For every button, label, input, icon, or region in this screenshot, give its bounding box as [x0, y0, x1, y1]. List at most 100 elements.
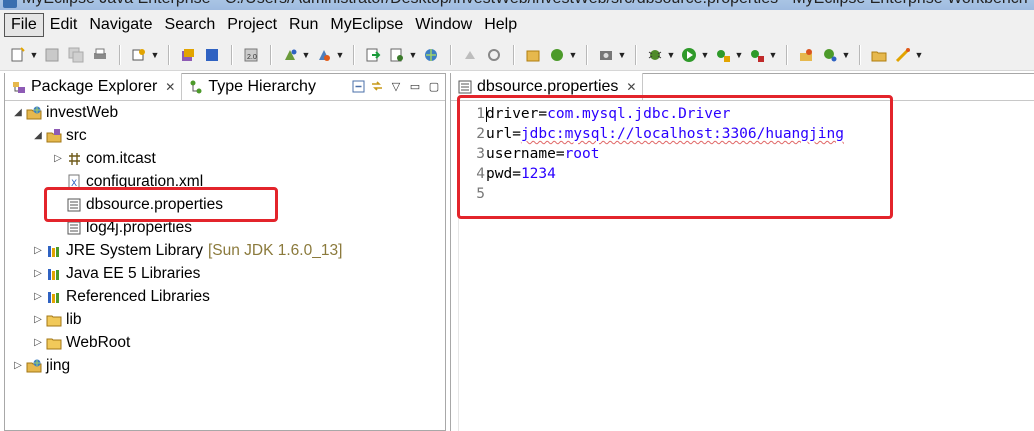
run-dropdown-icon[interactable]: ▼: [701, 46, 710, 64]
collapse-all-icon[interactable]: [351, 79, 365, 93]
open-file-icon[interactable]: [364, 46, 382, 64]
tree-item-label: src: [66, 126, 87, 144]
highlight-box-tree: [44, 187, 278, 222]
new-package-icon[interactable]: [524, 46, 542, 64]
open-task-icon[interactable]: [797, 46, 815, 64]
deploy-icon[interactable]: 2.0: [242, 46, 260, 64]
tree-item-com-itcast[interactable]: ▷ com.itcast: [51, 147, 156, 170]
tree-item-javaee-libraries[interactable]: ▷ Java EE 5 Libraries: [31, 262, 200, 285]
package-icon: [65, 151, 83, 167]
link-with-editor-icon[interactable]: [370, 79, 384, 93]
title-bar: MyEclipse Java Enterprise - C:/Users/Adm…: [0, 0, 1034, 10]
import-icon[interactable]: [485, 46, 503, 64]
svg-text:2.0: 2.0: [247, 54, 257, 61]
tree-item-label: Java EE 5 Libraries: [66, 264, 201, 282]
export-icon[interactable]: [461, 46, 479, 64]
menu-project[interactable]: Project: [221, 14, 283, 36]
app-icon: [3, 0, 17, 8]
coverage-dropdown-icon[interactable]: ▼: [769, 46, 778, 64]
open-folder-icon[interactable]: [870, 46, 888, 64]
tree-item-label: lib: [66, 310, 82, 328]
search-tool-dropdown-icon[interactable]: ▼: [842, 46, 851, 64]
expand-toggle-icon[interactable]: ▷: [31, 245, 45, 256]
expand-toggle-icon[interactable]: ◢: [31, 130, 45, 141]
view-menu-icon[interactable]: ▽: [389, 79, 403, 93]
tab-type-hierarchy[interactable]: Type Hierarchy: [182, 73, 322, 100]
close-icon[interactable]: ✕: [626, 80, 636, 94]
menu-search[interactable]: Search: [159, 14, 222, 36]
run-external-dropdown-icon[interactable]: ▼: [735, 46, 744, 64]
menu-edit[interactable]: Edit: [44, 14, 84, 36]
expand-toggle-icon[interactable]: ▷: [31, 337, 45, 348]
menu-run[interactable]: Run: [283, 14, 324, 36]
new-class-dropdown-icon[interactable]: ▼: [569, 46, 578, 64]
tree-item-jre-system-library[interactable]: ▷ JRE System Library [Sun JDK 1.6.0_13]: [31, 239, 342, 262]
source-folder-icon: [45, 128, 63, 144]
window-title: MyEclipse Java Enterprise - C:/Users/Adm…: [22, 0, 1028, 8]
new-dropdown-icon[interactable]: ▼: [30, 46, 39, 64]
browser-icon[interactable]: [315, 46, 333, 64]
tree-item-label: WebRoot: [66, 333, 131, 351]
main-toolbar: ▼ ▼ 2.0 ▼ ▼ ▼ ▼ ▼ ▼ ▼ ▼ ▼ ▼ ▼: [0, 39, 1034, 71]
screenshot-dropdown-icon[interactable]: ▼: [618, 46, 627, 64]
tree-item-label: investWeb: [46, 103, 119, 121]
expand-toggle-icon[interactable]: ▷: [31, 291, 45, 302]
new-project-icon[interactable]: [130, 46, 148, 64]
library-icon: [45, 243, 63, 259]
expand-toggle-icon[interactable]: ▷: [51, 153, 65, 164]
debug-dropdown-icon[interactable]: ▼: [667, 46, 676, 64]
tree-item-label: com.itcast: [86, 149, 156, 167]
server-dropdown-icon[interactable]: ▼: [302, 46, 311, 64]
globe-icon[interactable]: [422, 46, 440, 64]
debug-icon[interactable]: [646, 46, 664, 64]
menu-myeclipse[interactable]: MyEclipse: [324, 14, 409, 36]
menu-file[interactable]: File: [4, 12, 44, 37]
run-icon[interactable]: [680, 46, 698, 64]
type-hierarchy-icon: [188, 79, 204, 95]
menu-navigate[interactable]: Navigate: [83, 14, 158, 36]
maximize-icon[interactable]: ▢: [427, 79, 441, 93]
tree-item-src[interactable]: ◢ src: [31, 124, 87, 147]
print-icon[interactable]: [91, 46, 109, 64]
wizard-icon[interactable]: [388, 46, 406, 64]
screenshot-icon[interactable]: [597, 46, 615, 64]
menu-window[interactable]: Window: [409, 14, 478, 36]
search-tool-icon[interactable]: [821, 46, 839, 64]
tab-package-explorer[interactable]: Package Explorer ✕: [5, 73, 183, 100]
tree-item-label: jing: [46, 356, 71, 374]
server-icon[interactable]: [281, 46, 299, 64]
properties-file-icon: [457, 79, 473, 95]
left-tabbar: Package Explorer ✕ Type Hierarchy ▽ ▭ ▢: [5, 73, 445, 101]
tree-item-jing[interactable]: ▷ jing: [11, 354, 70, 377]
minimize-icon[interactable]: ▭: [408, 79, 422, 93]
open-resource-icon[interactable]: [203, 46, 221, 64]
browser-dropdown-icon[interactable]: ▼: [336, 46, 345, 64]
close-icon[interactable]: ✕: [165, 80, 175, 94]
highlight-box-editor: [457, 95, 893, 219]
new-project-dropdown-icon[interactable]: ▼: [151, 46, 160, 64]
run-external-icon[interactable]: [714, 46, 732, 64]
magic-wand-icon[interactable]: [894, 46, 912, 64]
expand-toggle-icon[interactable]: ▷: [31, 314, 45, 325]
tree-item-referenced-libraries[interactable]: ▷ Referenced Libraries: [31, 285, 210, 308]
open-type-icon[interactable]: [179, 46, 197, 64]
magic-wand-dropdown-icon[interactable]: ▼: [915, 46, 924, 64]
folder-icon: [45, 312, 63, 328]
package-explorer-view: Package Explorer ✕ Type Hierarchy ▽ ▭ ▢ …: [4, 73, 446, 431]
expand-toggle-icon[interactable]: ◢: [11, 107, 25, 118]
tree-item-investweb[interactable]: ◢ investWeb: [11, 101, 118, 124]
save-icon[interactable]: [43, 46, 61, 64]
new-class-icon[interactable]: [548, 46, 566, 64]
wizard-dropdown-icon[interactable]: ▼: [409, 46, 418, 64]
tree-item-webroot[interactable]: ▷ WebRoot: [31, 331, 130, 354]
save-all-icon[interactable]: [67, 46, 85, 64]
new-icon[interactable]: [9, 46, 27, 64]
library-icon: [45, 289, 63, 305]
tree-item-decoration: [Sun JDK 1.6.0_13]: [207, 241, 343, 259]
tab-type-hierarchy-label: Type Hierarchy: [208, 77, 316, 95]
expand-toggle-icon[interactable]: ▷: [11, 360, 25, 371]
menu-help[interactable]: Help: [478, 14, 523, 36]
coverage-icon[interactable]: [748, 46, 766, 64]
expand-toggle-icon[interactable]: ▷: [31, 268, 45, 279]
tree-item-lib[interactable]: ▷ lib: [31, 308, 82, 331]
